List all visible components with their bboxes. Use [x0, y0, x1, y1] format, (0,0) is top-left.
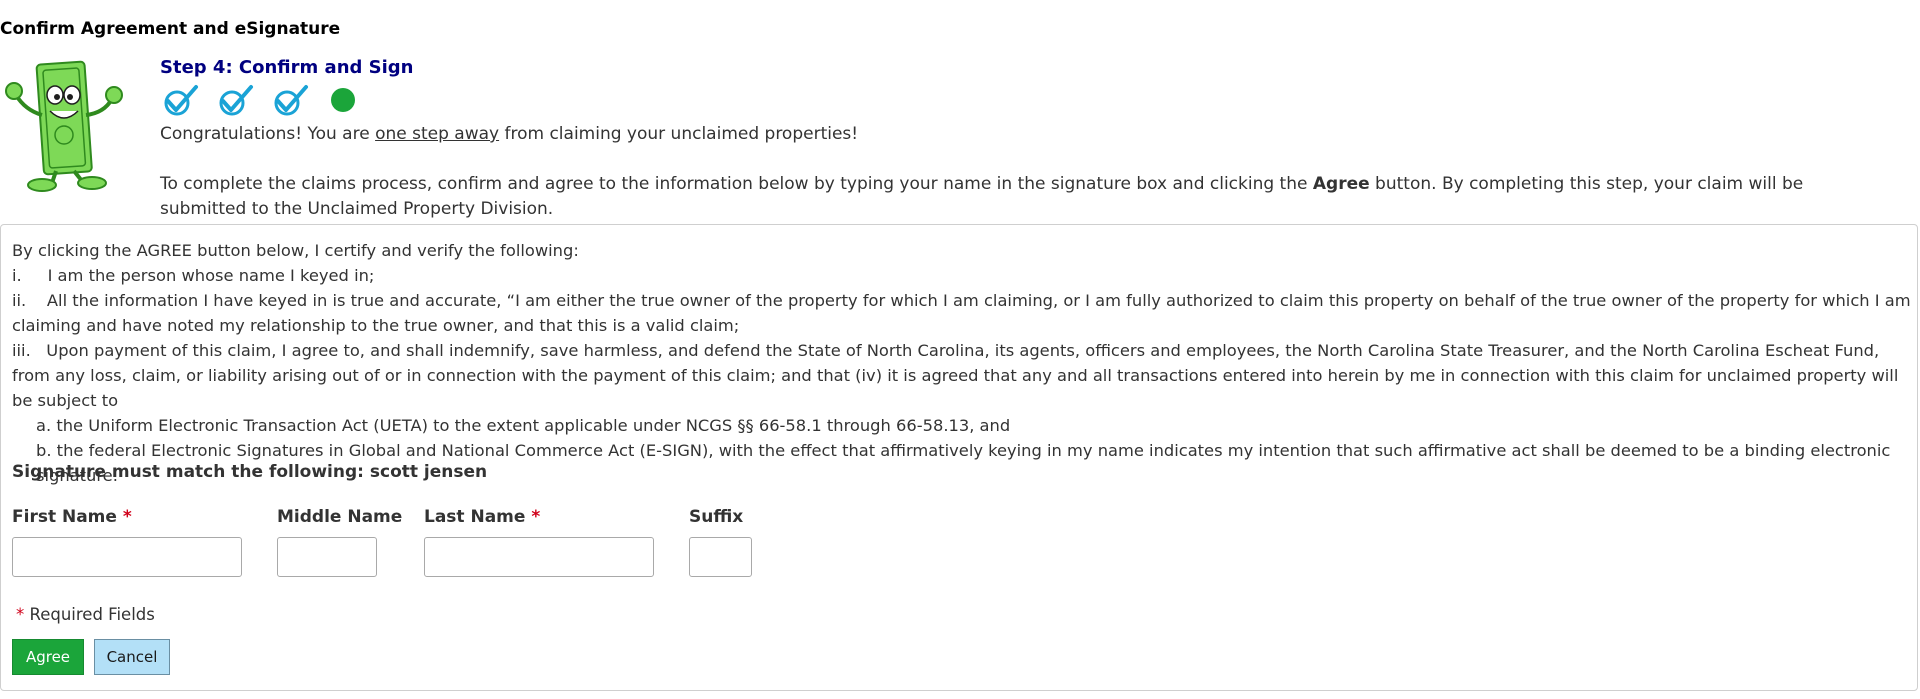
required-asterisk: *	[531, 507, 541, 527]
required-note-text: Required Fields	[29, 605, 155, 624]
current-step-dot-icon	[331, 88, 355, 112]
intro-text-part: from claiming your unclaimed properties!	[499, 124, 859, 144]
agreement-text: By clicking the AGREE button below, I ce…	[12, 238, 1912, 488]
page-title: Confirm Agreement and eSignature	[0, 19, 341, 39]
last-name-label: Last Name *	[424, 507, 540, 527]
required-asterisk: *	[122, 507, 132, 527]
intro-text: Congratulations! You are one step away f…	[160, 122, 1880, 222]
label-text: Last Name	[424, 507, 526, 527]
check-icon	[160, 84, 200, 116]
agree-keyword: Agree	[1312, 174, 1370, 194]
first-name-label: First Name *	[12, 507, 132, 527]
dollar-mascot-icon	[0, 55, 128, 193]
middle-name-label: Middle Name	[277, 507, 403, 527]
agree-button[interactable]: Agree	[12, 639, 84, 675]
agreement-item-a: a. the Uniform Electronic Transaction Ac…	[36, 416, 1011, 435]
check-icon	[270, 84, 310, 116]
step-progress	[160, 84, 355, 116]
middle-name-input[interactable]	[277, 537, 377, 577]
required-asterisk: *	[16, 605, 25, 624]
cancel-button[interactable]: Cancel	[94, 639, 170, 675]
signature-match-text: Signature must match the following: scot…	[12, 462, 488, 482]
agreement-item-i: i. I am the person whose name I keyed in…	[12, 266, 375, 285]
suffix-label: Suffix	[689, 507, 744, 527]
instructions-text: To complete the claims process, confirm …	[160, 172, 1880, 222]
first-name-input[interactable]	[12, 537, 242, 577]
intro-text-part: Congratulations! You are	[160, 124, 376, 144]
check-icon	[215, 84, 255, 116]
one-step-away-text: one step away	[375, 124, 500, 144]
label-text: First Name	[12, 507, 117, 527]
intro-text-part: To complete the claims process, confirm …	[160, 174, 1313, 194]
suffix-input[interactable]	[689, 537, 752, 577]
agreement-item-ii: ii. All the information I have keyed in …	[12, 291, 1911, 335]
last-name-input[interactable]	[424, 537, 654, 577]
agreement-panel: By clicking the AGREE button below, I ce…	[0, 224, 1918, 691]
agreement-heading: By clicking the AGREE button below, I ce…	[12, 241, 579, 260]
required-fields-note: * Required Fields	[16, 605, 155, 624]
step-title: Step 4: Confirm and Sign	[160, 57, 414, 78]
congratulations-text: Congratulations! You are one step away f…	[160, 122, 1880, 147]
agreement-item-iii: iii. Upon payment of this claim, I agree…	[12, 341, 1899, 410]
